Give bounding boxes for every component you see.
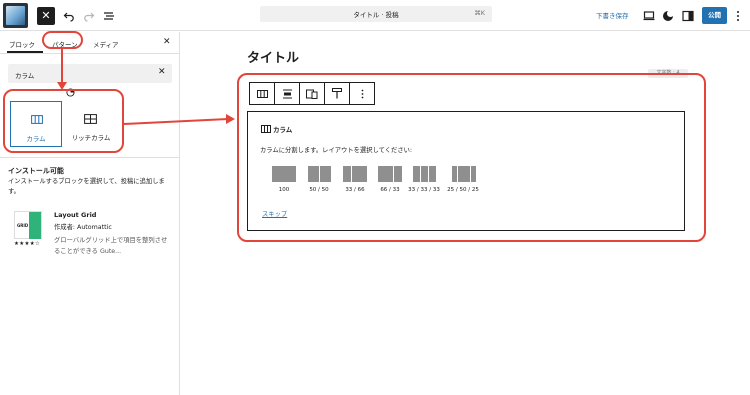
block-item-label: カラム bbox=[26, 135, 46, 143]
plugin-block-badge-icon bbox=[66, 88, 75, 99]
plugin-thumbnail-text: GRID bbox=[17, 223, 29, 228]
skip-link[interactable]: スキップ bbox=[262, 209, 287, 218]
block-inserter-panel: ブロック パターン メディア ✕ カラム ✕ カラム リッチカラム インストール… bbox=[0, 32, 180, 395]
word-count-badge: 文字数 : 4 bbox=[648, 69, 688, 78]
plugin-author: 作成者: Automattic bbox=[54, 224, 112, 231]
list-view-icon[interactable] bbox=[100, 7, 118, 25]
block-type-columns-icon[interactable] bbox=[250, 83, 275, 104]
plugin-description: グローバルグリッド上で項目を整列させることができる Gute... bbox=[54, 237, 168, 255]
site-icon[interactable] bbox=[3, 3, 28, 28]
post-title[interactable]: タイトル bbox=[247, 47, 299, 66]
undo-icon[interactable] bbox=[60, 7, 78, 25]
save-draft-button[interactable]: 下書き保存 bbox=[596, 10, 629, 20]
block-item-columns[interactable]: カラム bbox=[10, 101, 62, 147]
columns-placeholder: カラム カラムに分割します。レイアウトを選択してください: 100 50 / 5… bbox=[247, 111, 685, 231]
block-item-rich-columns[interactable]: リッチカラム bbox=[64, 101, 118, 147]
installable-heading: インストール可能 bbox=[8, 167, 64, 175]
preview-icon[interactable] bbox=[640, 7, 658, 25]
plugin-rating: ★★★★☆ bbox=[14, 241, 41, 247]
plugin-name[interactable]: Layout Grid bbox=[54, 211, 96, 219]
tab-blocks[interactable]: ブロック bbox=[9, 39, 35, 49]
settings-icon[interactable] bbox=[679, 7, 697, 25]
rich-columns-icon bbox=[84, 114, 97, 126]
command-palette-button[interactable]: タイトル · 投稿 ⌘K bbox=[260, 6, 492, 22]
more-options-icon[interactable] bbox=[729, 7, 747, 25]
close-panel-button[interactable]: ✕ bbox=[163, 37, 171, 47]
style-icon[interactable] bbox=[659, 7, 677, 25]
vertical-align-icon[interactable] bbox=[275, 83, 300, 104]
editor-canvas: タイトル 文字数 : 4 カラム カラムに分割します。レイアウトを選択してくださ… bbox=[181, 32, 750, 395]
search-value: カラム bbox=[15, 72, 35, 80]
publish-button[interactable]: 公開 bbox=[702, 7, 727, 24]
tab-media[interactable]: メディア bbox=[93, 39, 119, 49]
plugin-thumbnail[interactable]: GRID bbox=[14, 211, 42, 239]
paint-roller-icon[interactable] bbox=[325, 83, 350, 104]
active-tab-indicator bbox=[7, 51, 43, 53]
block-item-label: リッチカラム bbox=[71, 134, 111, 142]
columns-icon bbox=[261, 125, 271, 135]
block-toolbar bbox=[249, 82, 375, 105]
command-palette-label: タイトル · 投稿 bbox=[353, 11, 399, 19]
command-shortcut: ⌘K bbox=[474, 9, 485, 17]
redo-icon[interactable] bbox=[80, 7, 98, 25]
installable-description: インストールするブロックを選択して、投稿に追加します。 bbox=[8, 178, 165, 195]
placeholder-instructions: カラムに分割します。レイアウトを選択してください: bbox=[260, 147, 413, 154]
close-inserter-button[interactable]: ✕ bbox=[37, 7, 55, 25]
block-search-input[interactable]: カラム ✕ bbox=[8, 64, 172, 83]
clear-search-button[interactable]: ✕ bbox=[158, 67, 166, 77]
columns-icon bbox=[31, 115, 43, 126]
tab-patterns[interactable]: パターン bbox=[52, 39, 78, 49]
top-toolbar: ✕ タイトル · 投稿 ⌘K 下書き保存 公開 bbox=[0, 0, 750, 31]
variation-label: 25 / 50 / 25 bbox=[447, 187, 479, 193]
section-divider bbox=[0, 157, 180, 158]
stack-on-mobile-icon[interactable] bbox=[300, 83, 325, 104]
inserter-tabs: ブロック パターン メディア ✕ bbox=[0, 32, 180, 54]
placeholder-title: カラム bbox=[273, 126, 293, 134]
more-options-icon[interactable] bbox=[350, 83, 375, 104]
